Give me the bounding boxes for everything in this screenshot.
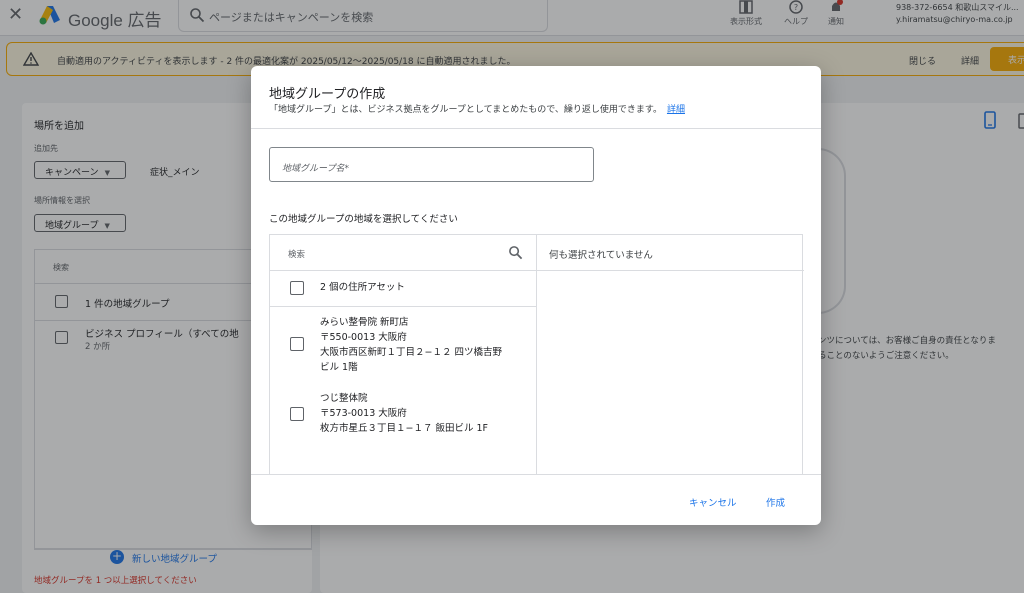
location-checkbox[interactable] [290, 337, 304, 351]
location-search-input[interactable]: 検索 [288, 248, 305, 260]
address-asset-count: 2 個の住所アセット [320, 282, 405, 293]
create-button[interactable]: 作成 [766, 495, 785, 509]
dialog-description: 「地域グループ」とは、ビジネス拠点をグループとしてまとめたもので、繰り返し使用で… [269, 105, 685, 115]
location-item: つじ整体院 〒573-0013 大阪府 枚方市星丘３丁目１−１７ 飯田ビル 1F [320, 393, 489, 434]
select-locations-label: この地域グループの地域を選択してください [269, 214, 458, 225]
search-icon[interactable] [508, 245, 523, 260]
detail-link[interactable]: 詳細 [667, 105, 685, 115]
create-location-group-dialog: 地域グループの作成 「地域グループ」とは、ビジネス拠点をグループとしてまとめたも… [251, 66, 821, 525]
location-picker: 検索 何も選択されていません 2 個の住所アセット みらい整骨院 新町店 〒55… [269, 234, 804, 475]
location-item: みらい整骨院 新町店 〒550-0013 大阪府 大阪市西区新町１丁目２−１２ … [320, 317, 502, 373]
dialog-title: 地域グループの作成 [269, 87, 386, 102]
selected-summary: 何も選択されていません [549, 250, 653, 261]
location-checkbox[interactable] [290, 407, 304, 421]
select-all-checkbox[interactable] [290, 281, 304, 295]
location-group-name-input[interactable]: 地域グループ名* [269, 147, 594, 182]
cancel-button[interactable]: キャンセル [689, 495, 737, 509]
